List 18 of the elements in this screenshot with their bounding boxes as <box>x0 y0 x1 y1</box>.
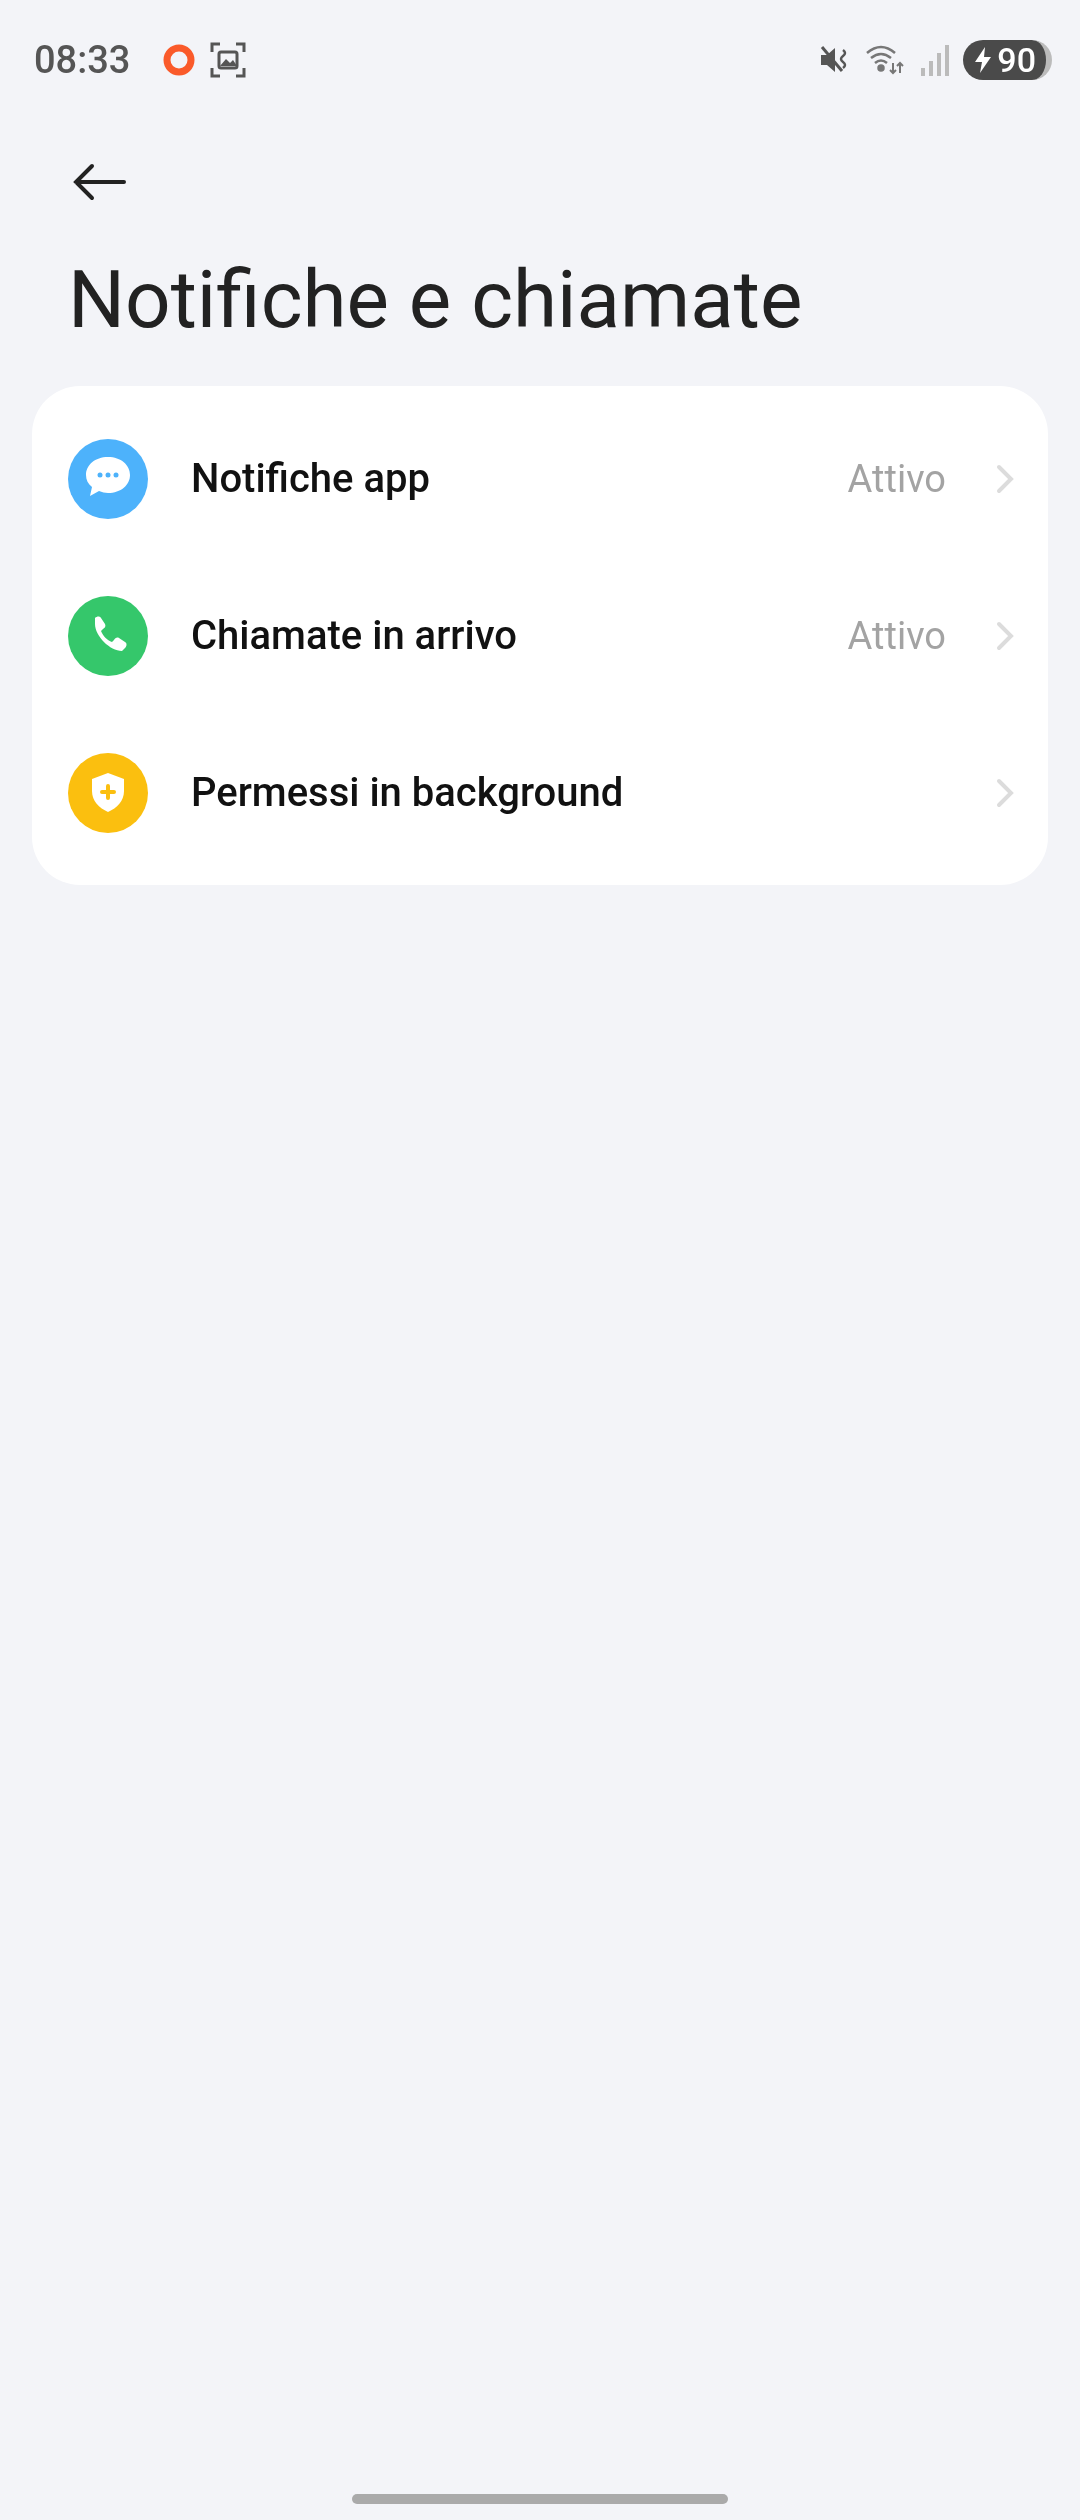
settings-row[interactable]: Notifiche app Attivo <box>32 400 1048 557</box>
signal-icon <box>919 44 950 76</box>
chevron-icon <box>996 620 1014 651</box>
battery-indicator: 90 <box>963 40 1052 80</box>
status-value: Attivo <box>847 613 946 658</box>
wifi-icon <box>865 43 906 77</box>
record-icon <box>162 43 197 77</box>
status-value: Attivo <box>847 456 946 501</box>
page-title: Notifiche e chiamate <box>68 256 804 344</box>
screenshot-icon <box>210 42 247 78</box>
row-label: Notifiche app <box>191 455 431 502</box>
chevron-icon <box>996 463 1014 494</box>
clock: 08:33 <box>34 38 131 82</box>
settings-row[interactable]: Chiamate in arrivo Attivo <box>32 557 1048 714</box>
row-label: Chiamate in arrivo <box>191 612 518 659</box>
settings-row[interactable]: Permessi in background <box>32 714 1048 871</box>
row-label: Permessi in background <box>191 769 625 816</box>
chevron-icon <box>996 777 1014 808</box>
